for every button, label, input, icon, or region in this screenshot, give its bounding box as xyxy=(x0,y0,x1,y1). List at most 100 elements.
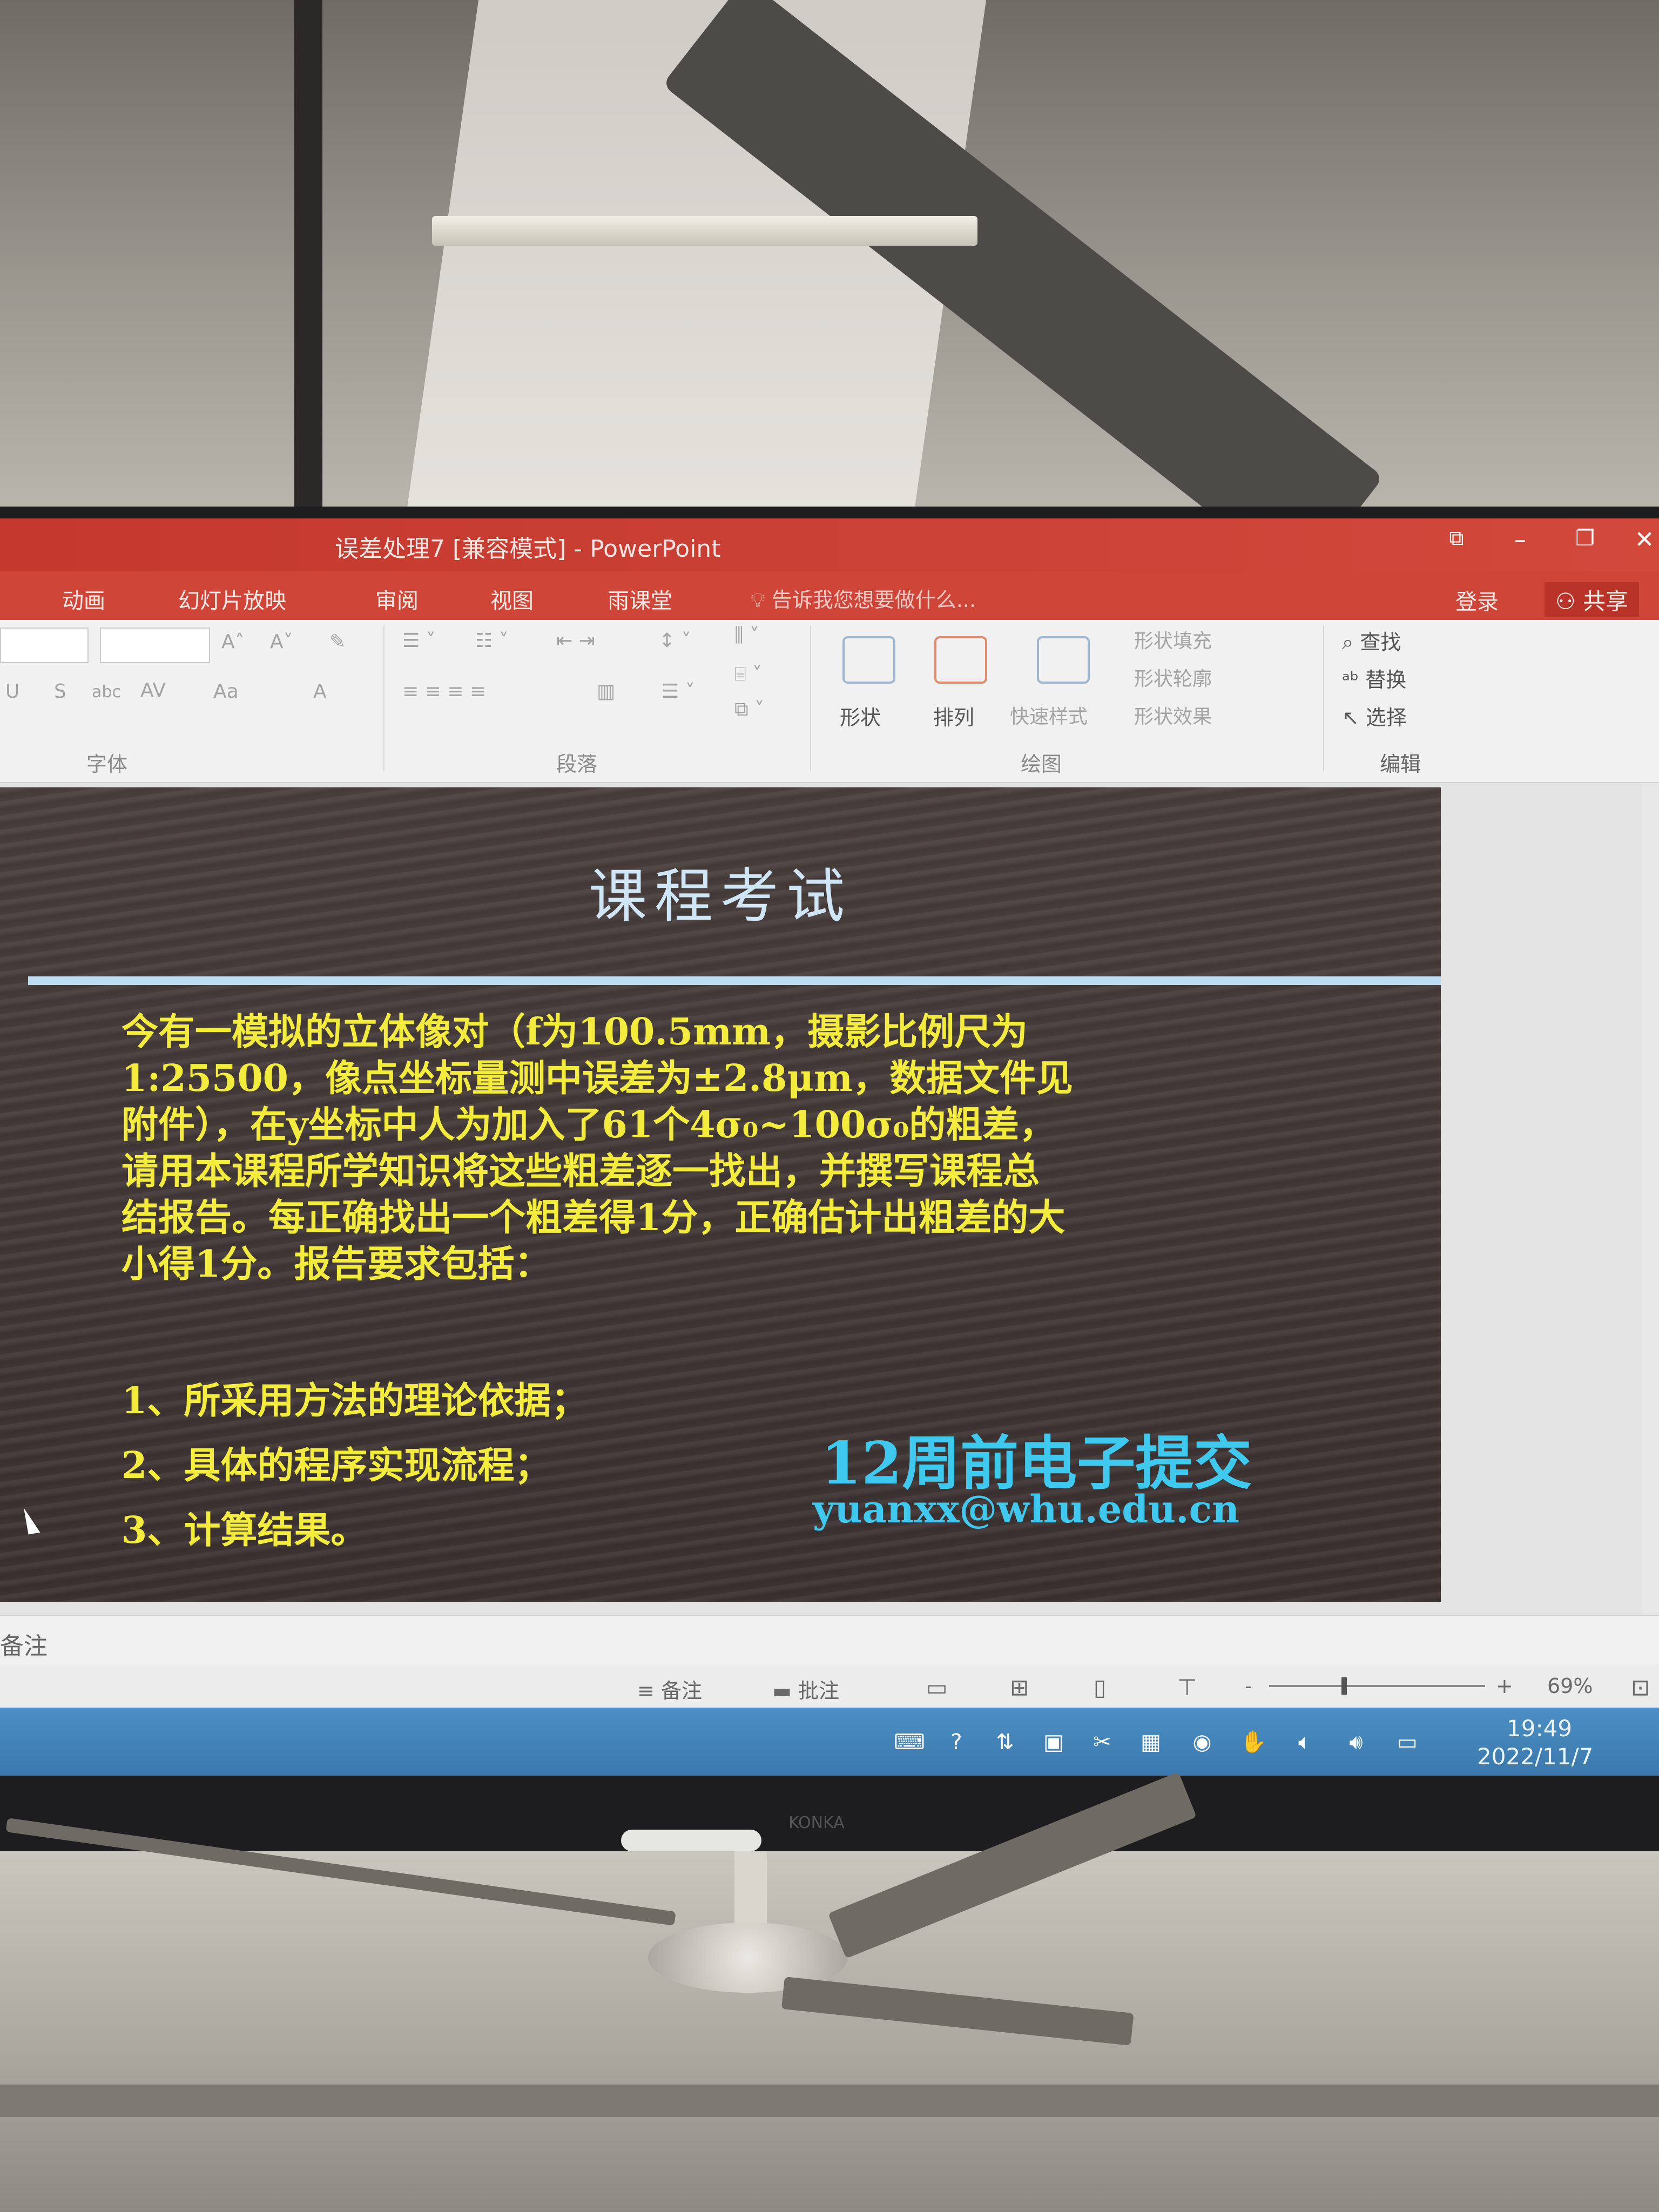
monitor-tray-icon[interactable]: ▣ xyxy=(1040,1728,1068,1756)
comment-icon: ▬ xyxy=(772,1679,798,1703)
line-spacing-icon[interactable]: ↕ ˅ xyxy=(659,630,691,652)
clear-format-icon[interactable]: ✎ xyxy=(329,631,346,653)
find-button[interactable]: ⌕ 查找 xyxy=(1342,625,1401,655)
notes-pane[interactable]: 备注 xyxy=(0,1615,1659,1665)
title-bar: 误差处理7 [兼容模式] - PowerPoint ⧉ – ❐ ✕ xyxy=(0,518,1659,571)
zoom-in-button[interactable]: + xyxy=(1496,1674,1513,1698)
shape-outline-button[interactable]: 形状轮廓 xyxy=(1134,663,1212,691)
text-direction-icon[interactable]: ⫼ ˅ xyxy=(734,624,759,647)
font-name-box[interactable] xyxy=(0,628,89,663)
body-line: 结报告。每正确找出一个粗差得1分，正确估计出粗差的大 xyxy=(122,1196,1065,1239)
slide[interactable]: 课程考试 今有一模拟的立体像对（f为100.5mm，摄影比例尺为 1:25500… xyxy=(0,787,1441,1602)
quick-styles-icon xyxy=(1037,636,1090,684)
find-label: 查找 xyxy=(1360,630,1401,654)
fit-slide-icon[interactable]: ⊡ xyxy=(1631,1674,1650,1701)
indent-icons[interactable]: ⇤ ⇥ xyxy=(556,630,595,652)
bullets-icon[interactable]: ☰ ˅ xyxy=(402,630,436,652)
clock-time[interactable]: 19:49 xyxy=(1507,1715,1572,1742)
status-bar: ≡ 备注 ▬ 批注 ▭ ⊞ ▯ ⊤ - + 69% ⊡ xyxy=(0,1664,1659,1708)
select-arrow-icon: ↖ xyxy=(1342,706,1366,730)
fluorescent-lamp xyxy=(432,216,977,246)
share-label: 共享 xyxy=(1583,588,1629,615)
notes-toggle[interactable]: ≡ 备注 xyxy=(637,1674,702,1704)
font-size-box[interactable] xyxy=(100,628,210,663)
zoom-slider[interactable] xyxy=(1269,1685,1485,1687)
chat-tray-icon[interactable]: ✋ xyxy=(1239,1728,1267,1756)
arrange-button[interactable]: 排列 xyxy=(933,701,974,731)
normal-view-icon[interactable]: ▭ xyxy=(926,1674,948,1701)
slide-body: 今有一模拟的立体像对（f为100.5mm，摄影比例尺为 1:25500，像点坐标… xyxy=(122,1009,1380,1287)
speaker-muted-icon[interactable]: 🔈︎ xyxy=(1291,1728,1319,1756)
numbering-icon[interactable]: ☷ ˅ xyxy=(475,630,509,652)
share-button[interactable]: ⚇ 共享 xyxy=(1545,582,1640,617)
change-case-button[interactable]: Aa xyxy=(213,680,239,703)
app-tray-icon[interactable]: ▦ xyxy=(1137,1728,1165,1756)
align-icons[interactable]: ≡ ≡ ≡ ≡ xyxy=(402,680,486,703)
body-line: 附件），在y坐标中人为加入了61个4σ₀~100σ₀的粗差， xyxy=(122,1103,1056,1147)
zoom-level[interactable]: 69% xyxy=(1547,1674,1593,1698)
keyboard-icon[interactable]: ⌨ xyxy=(894,1728,925,1756)
drawing-group-label: 绘图 xyxy=(1021,752,1062,776)
align-text-icon[interactable]: ☰ ˅ xyxy=(662,680,695,703)
slide-sorter-icon[interactable]: ⊞ xyxy=(1010,1674,1029,1701)
shapes-button[interactable]: 形状 xyxy=(840,701,881,731)
select-button[interactable]: ↖ 选择 xyxy=(1342,701,1407,731)
tab-view[interactable]: 视图 xyxy=(490,583,534,615)
slide-editor: 课程考试 今有一模拟的立体像对（f为100.5mm，摄影比例尺为 1:25500… xyxy=(0,783,1659,1615)
title-rule xyxy=(28,976,1441,985)
mouse-pointer-icon xyxy=(23,1503,52,1535)
contact-email: yuanxx@whu.edu.cn xyxy=(813,1487,1239,1532)
comments-toggle[interactable]: ▬ 批注 xyxy=(772,1674,839,1704)
tell-me-search[interactable]: 💡︎ 告诉我您想要做什么... xyxy=(751,583,976,613)
shape-effects-button[interactable]: 形状效果 xyxy=(1134,701,1212,729)
slideshow-icon[interactable]: ⊤ xyxy=(1177,1674,1197,1701)
shadow-button[interactable]: S xyxy=(54,680,66,703)
network-icon[interactable]: ⇅ xyxy=(991,1728,1019,1756)
tab-animations[interactable]: 动画 xyxy=(62,583,105,615)
quick-styles-button[interactable]: 快速样式 xyxy=(1010,701,1088,729)
arrange-icon xyxy=(934,636,987,684)
reading-view-icon[interactable]: ▯ xyxy=(1094,1674,1106,1701)
restore-button[interactable]: ❐ xyxy=(1566,526,1604,559)
editing-group-label: 编辑 xyxy=(1380,752,1421,776)
group-separator xyxy=(810,625,811,771)
smartart-icon[interactable]: ⌸ ˅ xyxy=(734,663,762,686)
font-group-label: 字体 xyxy=(86,752,128,776)
convert-smartart-icon[interactable]: ⧉ ˅ xyxy=(734,698,764,721)
lamp-reflection xyxy=(621,1830,761,1851)
tell-me-text: 告诉我您想要做什么... xyxy=(771,588,976,612)
display-tray-icon[interactable]: ▭ xyxy=(1393,1728,1421,1756)
login-link[interactable]: 登录 xyxy=(1455,584,1499,616)
tab-slideshow[interactable]: 幻灯片放映 xyxy=(178,583,286,615)
security-tray-icon[interactable]: ◉ xyxy=(1188,1728,1216,1756)
zoom-slider-thumb[interactable] xyxy=(1341,1677,1347,1695)
ribbon: A˄ A˅ ✎ U S abc AV Aa A 字体 ☰ ˅ ☷ ˅ ⇤ ⇥ ↕… xyxy=(0,620,1659,783)
tool-tray-icon[interactable]: ✂ xyxy=(1088,1728,1116,1756)
tab-review[interactable]: 审阅 xyxy=(375,583,419,615)
vertical-scrollbar[interactable] xyxy=(1642,783,1659,1615)
ribbon-display-options-button[interactable]: ⧉ xyxy=(1438,526,1475,559)
increase-font-button[interactable]: A˄ xyxy=(221,631,245,653)
lightbulb-icon: 💡︎ xyxy=(751,588,772,612)
body-line: 今有一模拟的立体像对（f为100.5mm，摄影比例尺为 xyxy=(122,1010,1028,1054)
columns-icon[interactable]: ▥ xyxy=(597,680,615,703)
underline-button[interactable]: U xyxy=(5,680,19,703)
strikethrough-button[interactable]: abc xyxy=(92,683,121,702)
clock-date[interactable]: 2022/11/7 xyxy=(1477,1743,1593,1770)
decrease-font-button[interactable]: A˅ xyxy=(270,631,293,653)
group-separator xyxy=(1323,625,1324,771)
char-spacing-button[interactable]: AV xyxy=(140,679,166,702)
close-button[interactable]: ✕ xyxy=(1626,526,1659,559)
shape-fill-button[interactable]: 形状填充 xyxy=(1134,625,1212,653)
monitor: 误差处理7 [兼容模式] - PowerPoint ⧉ – ❐ ✕ 动画 幻灯片… xyxy=(0,507,1659,1851)
notes-placeholder: 备注 xyxy=(0,1633,48,1660)
volume-icon[interactable]: 🔊︎ xyxy=(1342,1728,1370,1756)
replace-button[interactable]: ᵃᵇ 替换 xyxy=(1342,663,1406,693)
zoom-out-button[interactable]: - xyxy=(1245,1674,1252,1698)
slide-title: 课程考试 xyxy=(588,863,852,930)
help-icon[interactable]: ? xyxy=(942,1728,970,1756)
minimize-button[interactable]: – xyxy=(1501,526,1539,559)
ceiling-fan-rod xyxy=(734,1851,767,1932)
tab-rain-classroom[interactable]: 雨课堂 xyxy=(608,583,672,615)
font-color-button[interactable]: A xyxy=(313,680,327,703)
